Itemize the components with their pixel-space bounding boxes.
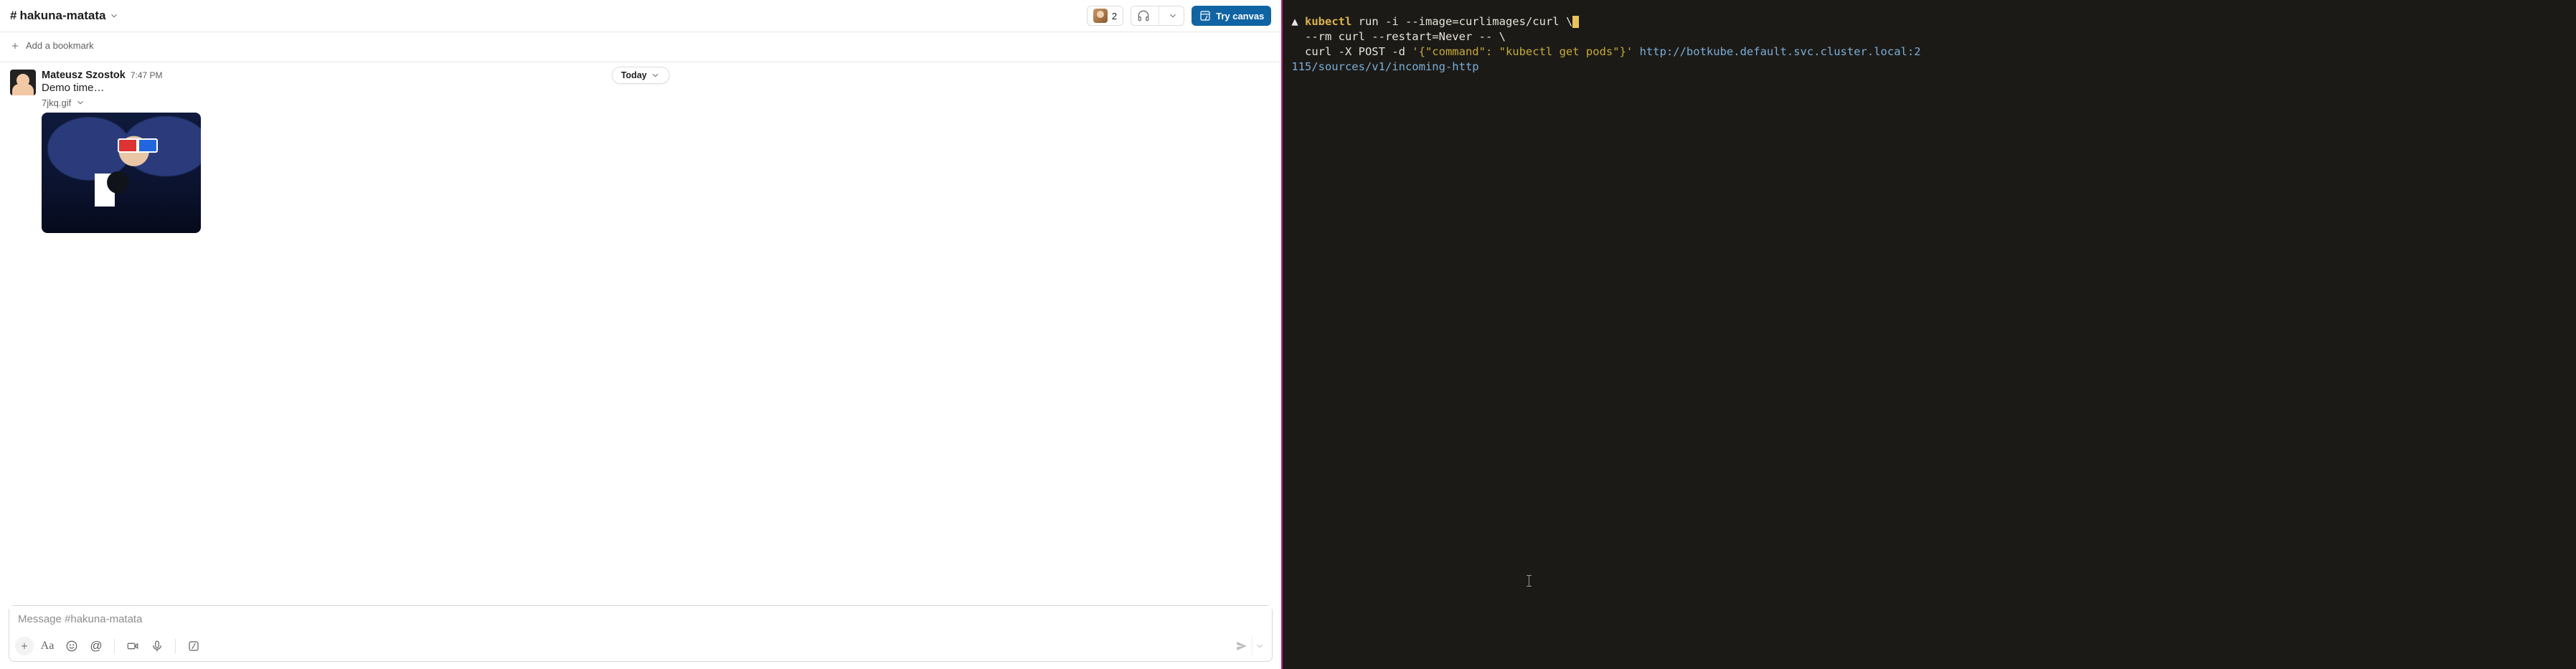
chevron-down-icon [1168,11,1178,21]
chevron-down-icon [1255,641,1265,651]
message-timestamp[interactable]: 7:47 PM [131,70,163,80]
term-string: '{"command": "kubectl get pods"}' [1412,45,1633,58]
gif-attachment[interactable] [42,113,201,233]
send-button-group [1232,637,1266,655]
huddle-button-group [1131,6,1184,26]
header-actions: 2 Try canvas [1087,6,1271,26]
attach-button[interactable] [15,637,34,655]
mention-button[interactable]: @ [85,635,107,657]
chevron-down-icon [75,98,85,108]
message-input[interactable] [9,606,1272,632]
composer-wrap: Aa @ [0,605,1281,669]
members-count: 2 [1112,11,1117,22]
send-options-button[interactable] [1252,637,1266,655]
avatar[interactable] [10,70,36,95]
smile-icon [65,640,78,653]
divider [114,639,115,653]
message-user[interactable]: Mateusz Szostok [42,70,126,81]
huddle-button[interactable] [1131,9,1156,22]
avatar-icon [1093,9,1108,23]
headphones-icon [1137,9,1150,22]
add-bookmark-button[interactable]: Add a bookmark [6,38,98,53]
mic-icon [151,640,164,653]
canvas-icon [1199,9,1212,22]
audio-button[interactable] [146,635,168,657]
emoji-button[interactable] [61,635,82,657]
add-bookmark-label: Add a bookmark [26,40,94,51]
attachment-name: 7jkq.gif [42,98,71,108]
video-button[interactable] [122,635,143,657]
formatting-button[interactable]: Aa [37,635,58,657]
cursor-block [1572,16,1579,28]
term-text: curl -X POST -d [1291,45,1412,58]
term-url: http://botkube.default.svc.cluster.local… [1640,45,1921,58]
try-canvas-button[interactable]: Try canvas [1192,6,1271,26]
plus-icon [19,641,29,651]
channel-name: hakuna-matata [19,9,105,23]
channel-hash: # [10,9,16,23]
members-button[interactable]: 2 [1087,6,1123,26]
huddle-menu-button[interactable] [1162,11,1184,21]
message-composer: Aa @ [9,605,1273,662]
divider [175,639,176,653]
toolbar-right [1232,637,1266,655]
prompt-symbol: ▲ [1291,15,1298,28]
message-row: Mateusz Szostok 7:47 PM Demo time… 7jkq.… [10,70,1271,233]
slash-box-icon [187,640,200,653]
message-body: Mateusz Szostok 7:47 PM Demo time… 7jkq.… [42,70,1271,233]
channel-header: # hakuna-matata 2 [0,0,1281,32]
send-icon [1235,640,1248,653]
message-list[interactable]: Today Mateusz Szostok 7:47 PM Demo time…… [0,62,1281,606]
attachment-toggle[interactable]: 7jkq.gif [42,98,1271,108]
composer-toolbar: Aa @ [9,632,1272,661]
channel-title-button[interactable]: # hakuna-matata [10,9,119,23]
terminal-output: ▲ kubectl run -i --image=curlimages/curl… [1291,14,2566,75]
date-pill-label: Today [621,70,647,80]
shortcuts-button[interactable] [183,635,204,657]
date-jump-button[interactable]: Today [612,67,670,84]
term-text: run -i --image=curlimages/curl \ [1351,15,1572,28]
send-button[interactable] [1232,637,1252,655]
chevron-down-icon [651,70,661,80]
chevron-down-icon [109,11,119,21]
toolbar-left: Aa @ [15,635,204,657]
plus-icon [10,41,20,51]
bookmarks-bar: Add a bookmark [0,32,1281,62]
terminal-pane[interactable]: ▲ kubectl run -i --image=curlimages/curl… [1283,0,2576,669]
slack-pane: # hakuna-matata 2 [0,0,1283,669]
term-text: --rm curl --restart=Never -- \ [1291,30,1506,43]
term-url: 115/sources/v1/incoming-http [1291,60,1478,73]
try-canvas-label: Try canvas [1216,11,1264,22]
video-icon [126,640,139,653]
term-text [1633,45,1639,58]
term-command: kubectl [1305,15,1351,28]
